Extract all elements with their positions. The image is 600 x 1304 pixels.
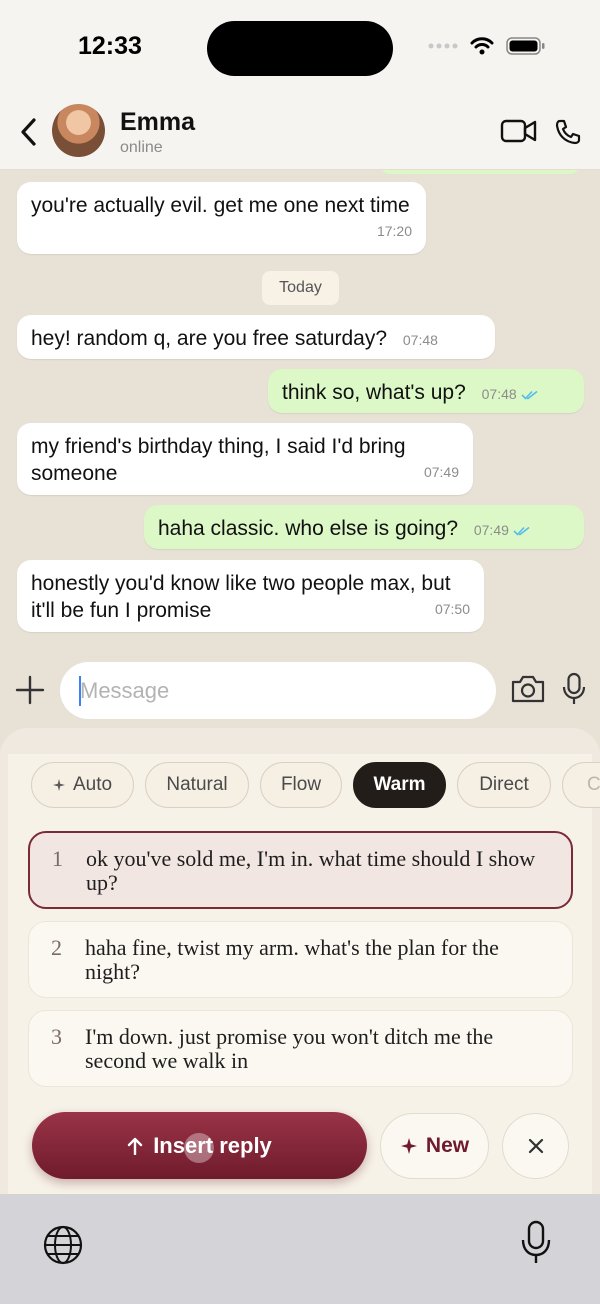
voice-message-button[interactable] — [562, 672, 586, 711]
suggestion-number: 2 — [51, 935, 62, 960]
sparkle-icon — [400, 1138, 417, 1154]
sparkle-icon — [52, 779, 65, 791]
microphone-icon — [562, 672, 586, 704]
status-time: 12:33 — [78, 32, 142, 60]
tone-chip-auto[interactable]: Auto — [31, 762, 134, 808]
arrow-up-icon — [127, 1137, 143, 1155]
reply-suggestion[interactable]: 1 ok you've sold me, I'm in. what time s… — [28, 831, 573, 909]
tone-chip-natural[interactable]: Natural — [145, 762, 249, 808]
tone-chip-more[interactable]: C — [562, 762, 600, 808]
voice-call-button[interactable] — [554, 118, 582, 151]
suggestion-text: ok you've sold me, I'm in. what time sho… — [86, 846, 536, 895]
message-text: my friend's birthday thing, I said I'd b… — [31, 435, 406, 485]
contact-name[interactable]: Emma — [120, 108, 195, 137]
video-camera-icon — [500, 119, 537, 143]
dictation-button[interactable] — [520, 1220, 552, 1271]
tone-selector: Auto Natural Flow Warm Direct C — [22, 762, 600, 812]
message-time: 07:49 — [474, 517, 531, 544]
camera-icon — [511, 675, 545, 703]
keyboard-switch-button[interactable] — [42, 1224, 84, 1271]
avatar[interactable] — [52, 104, 105, 157]
message-text: haha classic. who else is going? — [158, 517, 459, 540]
read-receipt-icon — [521, 390, 538, 400]
phone-icon — [555, 119, 581, 145]
reply-suggestion[interactable]: 2 haha fine, twist my arm. what's the pl… — [28, 921, 573, 998]
message-input[interactable] — [60, 662, 496, 719]
chat-header: Emma online — [0, 96, 600, 170]
close-panel-button[interactable] — [502, 1113, 569, 1179]
message-text: think so, what's up? — [282, 381, 466, 404]
message-text: you're actually evil. get me one next ti… — [31, 194, 410, 217]
battery-icon — [506, 37, 545, 55]
chevron-left-icon — [21, 118, 36, 146]
tone-chip-flow[interactable]: Flow — [260, 762, 342, 808]
message-text: hey! random q, are you free saturday? — [31, 327, 388, 350]
plus-icon — [15, 675, 45, 705]
status-bar: 12:33 — [0, 0, 600, 96]
message-bubble[interactable]: my friend's birthday thing, I said I'd b… — [17, 423, 473, 495]
cellular-signal-icon — [428, 43, 458, 49]
text-caret — [79, 676, 81, 706]
message-time: 07:48 — [402, 332, 438, 348]
chat-area[interactable]: you're actually evil. get me one next ti… — [0, 170, 600, 660]
suggestion-number: 3 — [51, 1024, 62, 1049]
message-bubble[interactable]: you're actually evil. get me one next ti… — [17, 182, 426, 254]
microphone-icon — [521, 1220, 551, 1263]
suggestion-number: 1 — [52, 846, 63, 871]
message-text: honestly you'd know like two people max,… — [31, 572, 451, 622]
contact-status: online — [120, 139, 163, 156]
keyboard-bar — [0, 1194, 600, 1304]
globe-icon — [43, 1225, 83, 1265]
suggestion-text: I'm down. just promise you won't ditch m… — [85, 1024, 494, 1073]
attach-button[interactable] — [14, 674, 46, 706]
suggestion-text: haha fine, twist my arm. what's the plan… — [85, 935, 499, 984]
message-time: 07:50 — [434, 601, 470, 617]
message-time: 07:49 — [423, 464, 459, 480]
dynamic-island — [207, 21, 393, 76]
wifi-icon — [470, 37, 494, 55]
message-time: 07:48 — [482, 381, 539, 408]
message-bubble[interactable]: haha classic. who else is going? 07:49 — [144, 505, 584, 549]
day-separator: Today — [262, 271, 339, 305]
camera-button[interactable] — [510, 674, 546, 709]
back-button[interactable] — [14, 114, 42, 150]
video-call-button[interactable] — [500, 118, 538, 149]
previous-message-edge — [380, 170, 580, 174]
message-bubble[interactable]: honestly you'd know like two people max,… — [17, 560, 484, 632]
read-receipt-icon — [513, 526, 530, 536]
reply-suggestion[interactable]: 3 I'm down. just promise you won't ditch… — [28, 1010, 573, 1087]
tone-chip-direct[interactable]: Direct — [457, 762, 551, 808]
input-bar — [0, 660, 600, 728]
message-bubble[interactable]: hey! random q, are you free saturday? 07… — [17, 315, 495, 359]
close-icon — [528, 1138, 543, 1154]
status-icons — [428, 36, 546, 56]
touch-indicator — [184, 1133, 214, 1163]
message-time: 17:20 — [376, 223, 412, 239]
new-suggestions-button[interactable]: New — [380, 1113, 489, 1179]
message-bubble[interactable]: think so, what's up? 07:48 — [268, 369, 584, 413]
tone-chip-warm[interactable]: Warm — [353, 762, 446, 808]
